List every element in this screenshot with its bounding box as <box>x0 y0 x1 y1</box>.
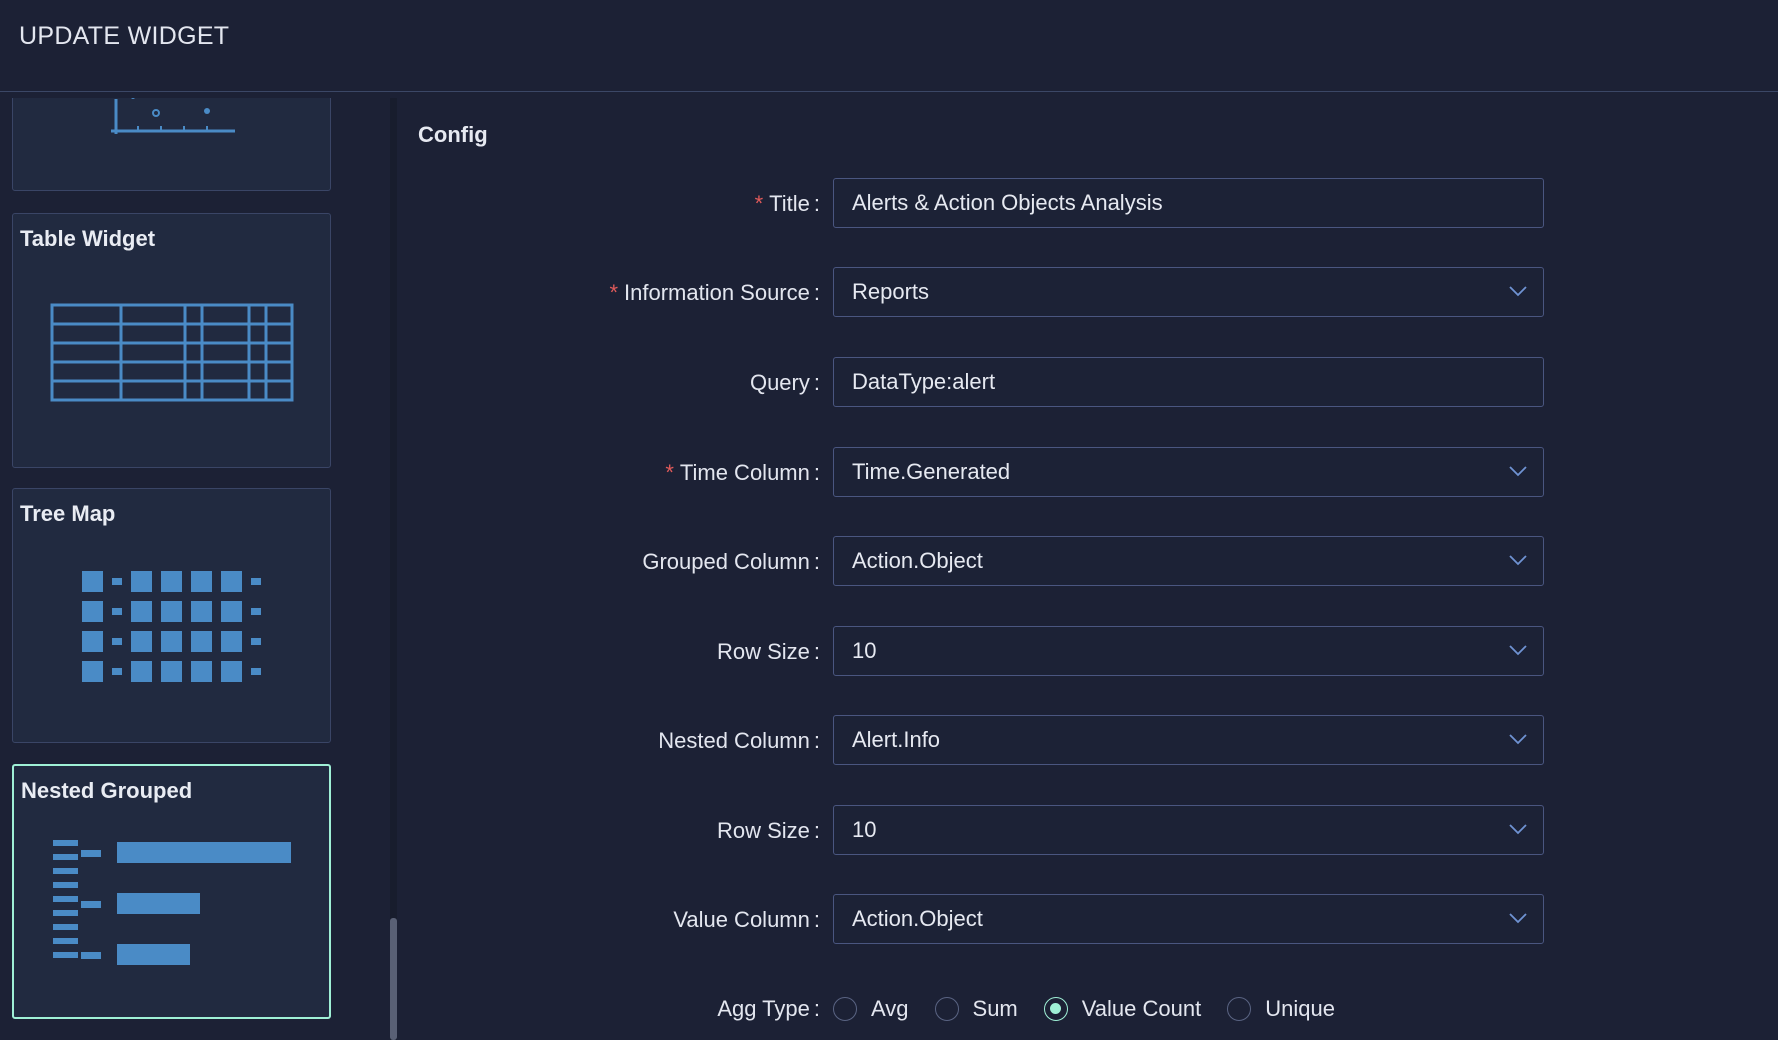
title-row: * Title: <box>0 178 1778 230</box>
row-size-select[interactable]: 10 <box>833 626 1544 676</box>
agg-type-row: Agg Type: Avg Sum Value Count Unique <box>0 983 1778 1035</box>
agg-type-label: Agg Type: <box>717 996 820 1021</box>
grouped-column-row: Grouped Column: Action.Object <box>0 536 1778 588</box>
radio-button[interactable] <box>833 997 857 1021</box>
row-size-row: Row Size: 10 <box>0 626 1778 678</box>
widget-card-nested-grouped[interactable]: Nested Grouped <box>12 764 331 1019</box>
nested-row-size-row: Row Size: 10 <box>0 805 1778 857</box>
time-column-value: Time.Generated <box>852 459 1011 484</box>
radio-button[interactable] <box>1227 997 1252 1021</box>
value-column-value: Action.Object <box>852 906 983 931</box>
query-input[interactable] <box>852 358 1525 406</box>
time-column-label: * Time Column: <box>665 460 820 485</box>
treemap-icon <box>82 571 261 682</box>
value-column-label: Value Column: <box>673 907 820 932</box>
row-size-label: Row Size: <box>716 639 820 664</box>
chevron-down-icon <box>1509 734 1527 745</box>
config-section-title: Config <box>418 122 488 147</box>
nested-column-row: Nested Column: Alert.Info <box>0 715 1778 767</box>
nested-row-size-select[interactable]: 10 <box>833 805 1544 855</box>
agg-type-radio-group: Avg Sum Value Count Unique <box>833 983 1361 1035</box>
time-column-select[interactable]: Time.Generated <box>833 447 1544 497</box>
widget-card-table[interactable]: Table Widget <box>12 213 331 468</box>
time-column-row: * Time Column: Time.Generated <box>0 447 1778 499</box>
header: UPDATE WIDGET <box>0 0 1778 92</box>
title-input[interactable] <box>852 179 1525 227</box>
query-row: Query: <box>0 357 1778 409</box>
nested-column-label: Nested Column: <box>658 728 820 753</box>
query-field[interactable] <box>833 357 1544 407</box>
radio-button[interactable] <box>934 997 959 1021</box>
nested-column-select[interactable]: Alert.Info <box>833 715 1544 765</box>
title-field[interactable] <box>833 178 1544 228</box>
value-column-select[interactable]: Action.Object <box>833 894 1544 944</box>
nested-row-size-label: Row Size: <box>716 818 820 843</box>
info-source-value: Reports <box>852 279 930 304</box>
agg-type-sum[interactable]: Sum <box>934 996 1018 1022</box>
nested-row-size-value: 10 <box>852 817 877 842</box>
info-source-select[interactable]: Reports <box>833 267 1544 317</box>
required-marker: * <box>665 460 674 485</box>
grouped-column-select[interactable]: Action.Object <box>833 536 1544 586</box>
row-size-value: 10 <box>852 638 877 663</box>
chevron-down-icon <box>1509 555 1527 566</box>
radio-button-selected[interactable] <box>1043 997 1068 1021</box>
chevron-down-icon <box>1509 913 1527 924</box>
agg-type-value-count[interactable]: Value Count <box>1043 996 1201 1022</box>
chevron-down-icon <box>1509 824 1527 835</box>
title-label: * Title: <box>754 191 820 216</box>
page-title: UPDATE WIDGET <box>19 22 230 50</box>
value-column-row: Value Column: Action.Object <box>0 894 1778 946</box>
required-marker: * <box>754 191 764 216</box>
table-grid-icon <box>50 303 294 402</box>
chevron-down-icon <box>1509 286 1527 297</box>
widget-card-treemap[interactable]: Tree Map <box>12 488 331 743</box>
info-source-label: * Information Source: <box>609 280 820 305</box>
grouped-column-value: Action.Object <box>852 548 983 573</box>
nested-bars-icon <box>53 840 291 965</box>
info-source-row: * Information Source: Reports <box>0 267 1778 319</box>
grouped-column-label: Grouped Column: <box>642 549 820 574</box>
nested-column-value: Alert.Info <box>852 727 941 752</box>
required-marker: * <box>609 280 618 305</box>
query-label: Query: <box>749 370 820 395</box>
chevron-down-icon <box>1509 466 1527 477</box>
chevron-down-icon <box>1509 645 1527 656</box>
agg-type-unique[interactable]: Unique <box>1227 996 1335 1022</box>
agg-type-avg[interactable]: Avg <box>833 996 909 1022</box>
